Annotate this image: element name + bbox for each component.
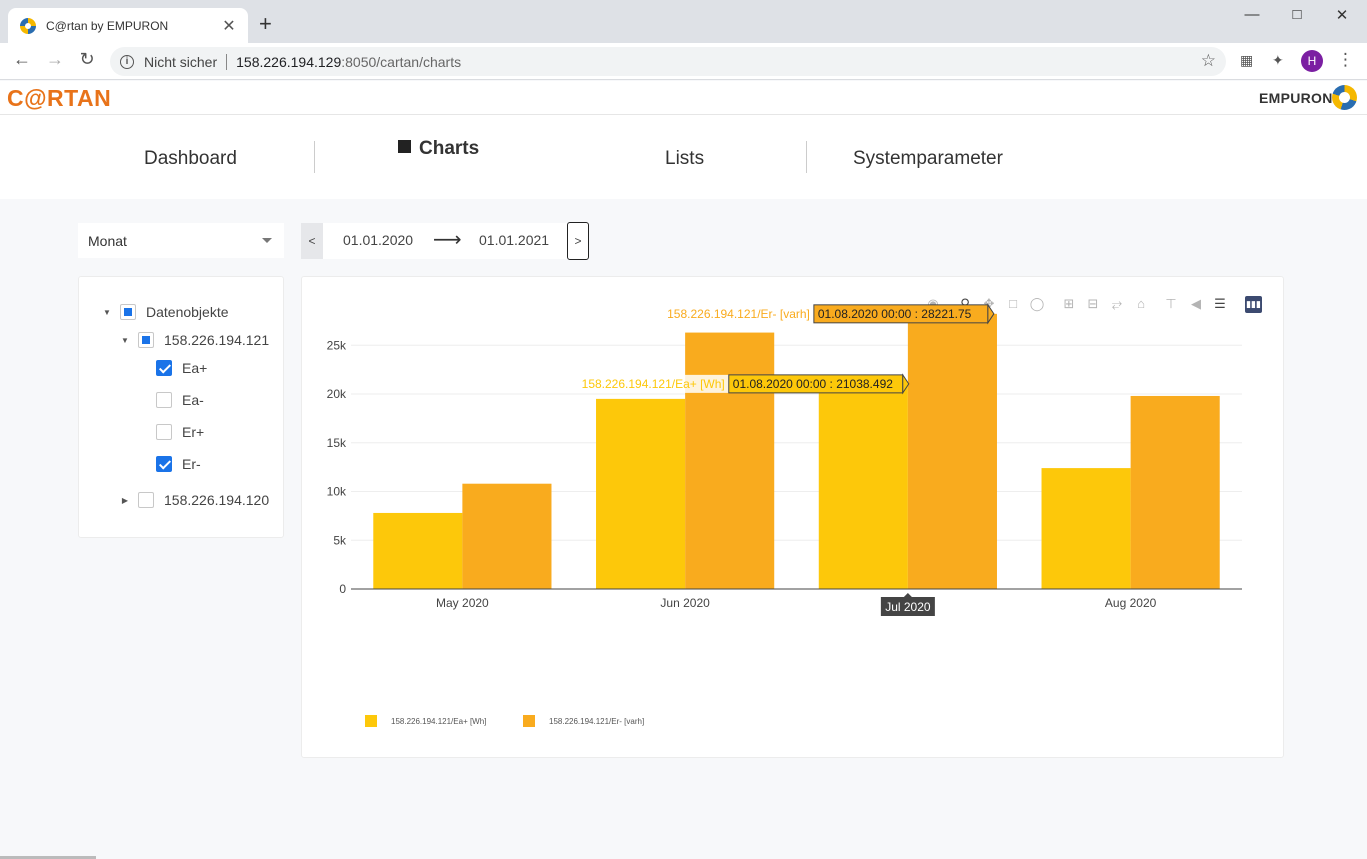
legend-label: 158.226.194.121/Ea+ [Wh]: [391, 716, 487, 726]
legend-label: 158.226.194.121/Er- [varh]: [549, 716, 645, 726]
y-tick-label: 10k: [327, 485, 347, 499]
hover-value-label: 01.08.2020 00:00 : 28221.75: [818, 307, 972, 321]
legend-swatch: [365, 715, 377, 727]
bar: [1041, 468, 1131, 589]
legend-item-ea[interactable]: 158.226.194.121/Ea+ [Wh]: [365, 715, 486, 727]
y-tick-label: 0: [339, 582, 346, 596]
x-tick-label: Aug 2020: [1105, 596, 1157, 610]
bar: [373, 512, 463, 589]
hover-series-label: 158.226.194.121/Ea+ [Wh]: [582, 377, 725, 391]
y-tick-label: 20k: [327, 387, 347, 401]
x-tick-label: May 2020: [436, 596, 489, 610]
bar: [596, 398, 686, 589]
bar: [462, 483, 552, 589]
x-tick-label: Jun 2020: [660, 596, 710, 610]
bar: [1130, 395, 1220, 589]
hover-value-label: 01.08.2020 00:00 : 21038.492: [733, 377, 893, 391]
bar: [685, 332, 775, 589]
bar: [818, 383, 908, 589]
legend-swatch: [523, 715, 535, 727]
y-tick-label: 25k: [327, 338, 347, 352]
legend-item-er[interactable]: 158.226.194.121/Er- [varh]: [523, 715, 644, 727]
bar-chart[interactable]: 0 5k 10k 15k 20k 25k May 2020 Jun 2020 Aug 2020 J…: [0, 0, 1367, 859]
y-tick-label: 15k: [327, 436, 347, 450]
bar: [907, 313, 997, 589]
y-tick-label: 5k: [333, 533, 347, 547]
hover-x-label: Jul 2020: [885, 600, 931, 614]
hover-series-label: 158.226.194.121/Er- [varh]: [667, 307, 810, 321]
